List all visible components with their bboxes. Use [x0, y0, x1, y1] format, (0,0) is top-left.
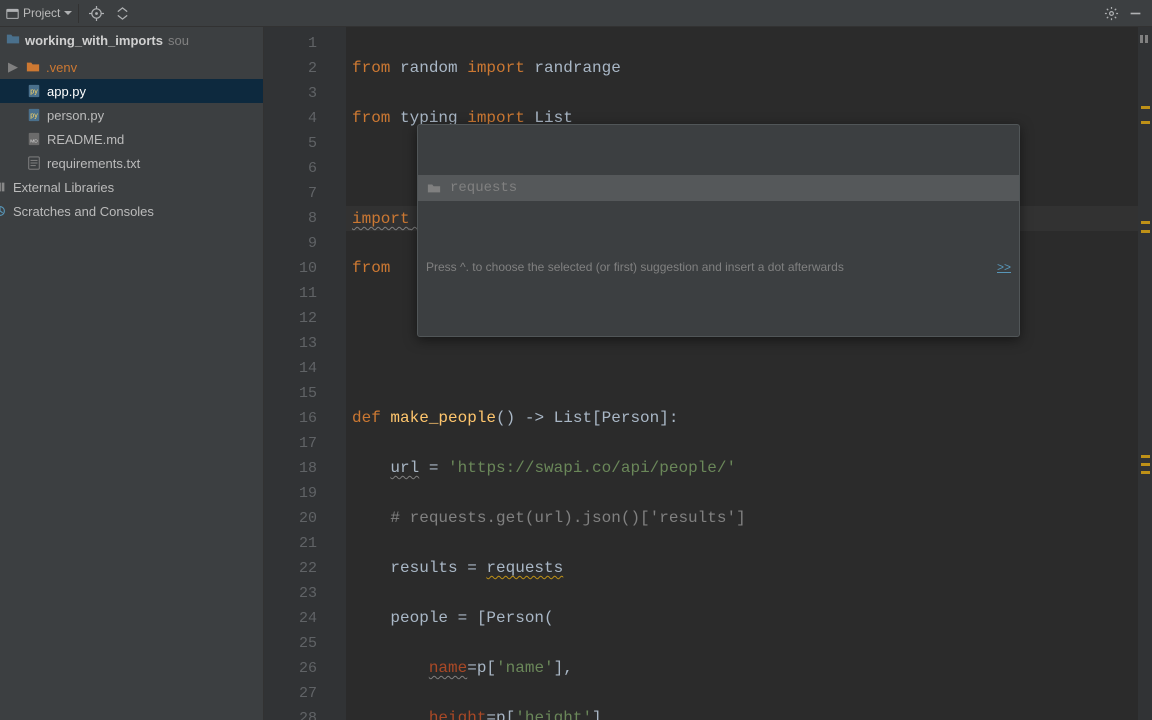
- warning-marker[interactable]: [1141, 221, 1150, 224]
- project-root-row[interactable]: working_with_imports sou: [0, 27, 263, 53]
- target-icon: [89, 6, 104, 21]
- line-number: 15: [264, 381, 345, 406]
- project-name: working_with_imports: [25, 33, 163, 48]
- editor: 1 2 3 4 5 6 7 8 9 10 11 12 13 14 15 16 1: [264, 27, 1152, 720]
- line-number: 6: [264, 156, 345, 181]
- hide-button[interactable]: [1124, 2, 1146, 24]
- line-number: 24: [264, 606, 345, 631]
- line-number: 25: [264, 631, 345, 656]
- tree-node-external-libraries[interactable]: External Libraries: [0, 175, 263, 199]
- tree-node-requirements[interactable]: requirements.txt: [0, 151, 263, 175]
- tree-node-venv[interactable]: ▶ .venv: [0, 55, 263, 79]
- file-tree: ▶ .venv py app.py py person.py MD README…: [0, 53, 263, 225]
- divider: [78, 4, 79, 23]
- tree-node-readme[interactable]: MD README.md: [0, 127, 263, 151]
- line-number: 5: [264, 131, 345, 156]
- svg-text:MD: MD: [30, 139, 38, 145]
- project-tool-window-label[interactable]: Project: [6, 6, 72, 20]
- gear-icon: [1104, 6, 1119, 21]
- line-number: 26: [264, 656, 345, 681]
- line-number: 3: [264, 81, 345, 106]
- code-editor[interactable]: from random import randrange from typing…: [346, 27, 1138, 720]
- warning-marker[interactable]: [1141, 455, 1150, 458]
- line-number: 7: [264, 181, 345, 206]
- analysis-paused-icon: [1139, 31, 1151, 43]
- line-number: 22: [264, 556, 345, 581]
- completion-item-text: requests: [450, 176, 517, 201]
- line-number: 28: [264, 706, 345, 720]
- line-number: 17: [264, 431, 345, 456]
- libraries-icon: [0, 179, 8, 195]
- gutter[interactable]: 1 2 3 4 5 6 7 8 9 10 11 12 13 14 15 16 1: [264, 27, 346, 720]
- minimize-icon: [1129, 7, 1142, 20]
- project-sidebar: working_with_imports sou ▶ .venv py app.…: [0, 27, 264, 720]
- warning-marker[interactable]: [1141, 471, 1150, 474]
- project-icon: [6, 7, 19, 20]
- completion-hint: Press ^. to choose the selected (or firs…: [418, 251, 1019, 286]
- toolbar: Project: [0, 0, 1152, 27]
- line-number: 21: [264, 531, 345, 556]
- warning-marker[interactable]: [1141, 106, 1150, 109]
- line-number: 13: [264, 331, 345, 356]
- expand-all-button[interactable]: [111, 2, 133, 24]
- completion-popup: requests Press ^. to choose the selected…: [417, 124, 1020, 337]
- markdown-file-icon: MD: [26, 131, 42, 147]
- scratches-icon: [0, 203, 8, 219]
- line-number: 1: [264, 31, 345, 56]
- line-number: 10: [264, 256, 345, 281]
- line-number: 2: [264, 56, 345, 81]
- python-file-icon: py: [26, 107, 42, 123]
- line-number: 23: [264, 581, 345, 606]
- svg-text:py: py: [30, 89, 38, 96]
- project-label-text: Project: [23, 6, 60, 20]
- line-number: 18: [264, 456, 345, 481]
- line-number: 4: [264, 106, 345, 131]
- folder-icon: [6, 32, 20, 49]
- tree-node-app[interactable]: py app.py: [0, 79, 263, 103]
- svg-text:py: py: [30, 113, 38, 120]
- line-number: 12: [264, 306, 345, 331]
- project-path-fragment: sou: [168, 33, 189, 48]
- locate-button[interactable]: [85, 2, 107, 24]
- warning-marker[interactable]: [1141, 463, 1150, 466]
- line-number: 16: [264, 406, 345, 431]
- line-number: 9: [264, 231, 345, 256]
- tree-node-scratches[interactable]: Scratches and Consoles: [0, 199, 263, 223]
- tree-node-person[interactable]: py person.py: [0, 103, 263, 127]
- folder-icon: [25, 59, 41, 75]
- caret-right-icon: ▶: [6, 59, 20, 75]
- line-number: 27: [264, 681, 345, 706]
- completion-more-link[interactable]: >>: [997, 255, 1011, 280]
- completion-item[interactable]: requests: [418, 175, 1019, 201]
- line-number: 8: [264, 206, 345, 231]
- chevron-down-icon: [64, 11, 72, 16]
- line-number: 20: [264, 506, 345, 531]
- text-file-icon: [26, 155, 42, 171]
- warning-marker[interactable]: [1141, 230, 1150, 233]
- warning-marker[interactable]: [1141, 121, 1150, 124]
- settings-button[interactable]: [1100, 2, 1122, 24]
- python-file-icon: py: [26, 83, 42, 99]
- line-number: 19: [264, 481, 345, 506]
- line-number: 14: [264, 356, 345, 381]
- line-number: 11: [264, 281, 345, 306]
- expand-icon: [115, 6, 130, 21]
- package-icon: [426, 180, 442, 196]
- error-stripe[interactable]: [1138, 27, 1152, 720]
